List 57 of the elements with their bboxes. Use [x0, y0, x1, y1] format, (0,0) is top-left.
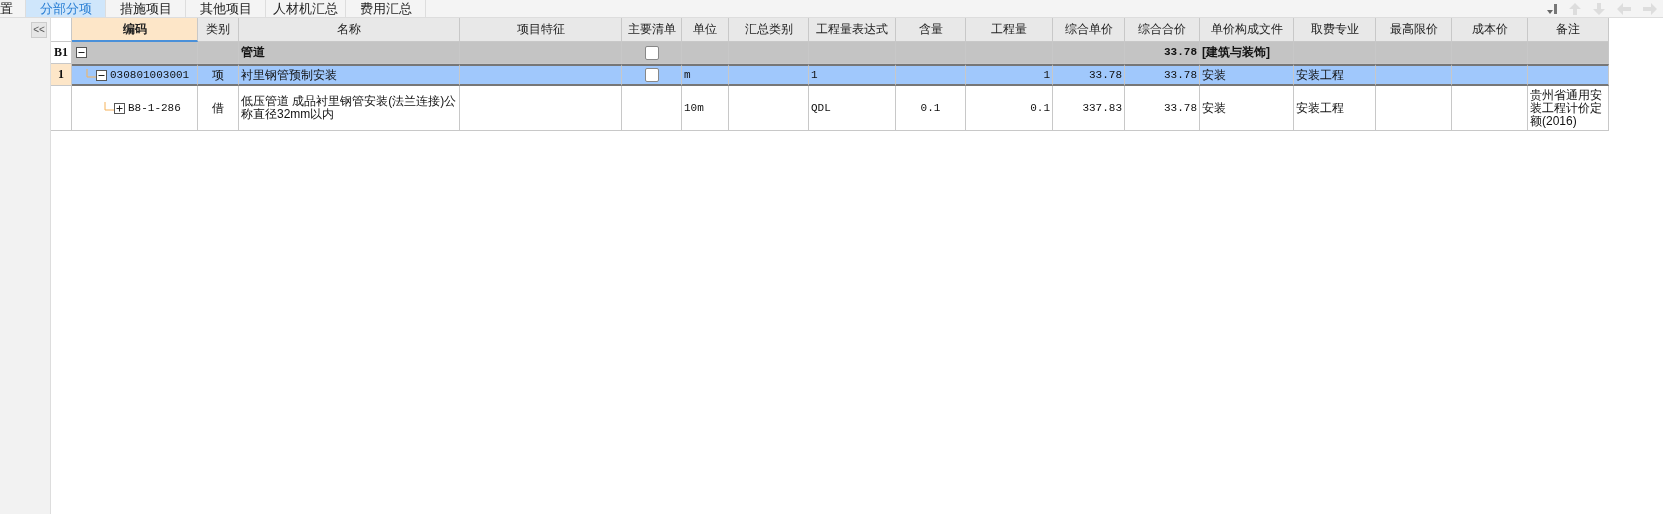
table-cell: 1 — [1043, 68, 1050, 82]
column-header[interactable]: 最高限价 — [1376, 18, 1452, 42]
collapse-icon[interactable] — [76, 47, 87, 58]
code-text: 030801003001 — [110, 69, 190, 81]
row-number: 1 — [58, 67, 64, 82]
table-cell: 337.83 — [1082, 101, 1122, 115]
collapse-icon[interactable] — [96, 69, 107, 81]
table-cell: 33.78 — [1089, 68, 1122, 82]
table-cell: QDL — [811, 101, 831, 115]
sort-icon[interactable] — [1546, 1, 1558, 16]
column-header[interactable]: 名称 — [239, 18, 460, 42]
row-number: B1 — [54, 45, 68, 60]
column-header[interactable]: 取费专业 — [1294, 18, 1376, 42]
table-cell: 安装工程 — [1296, 68, 1344, 82]
table-cell: 安装 — [1202, 68, 1226, 82]
column-header[interactable]: 类别 — [198, 18, 239, 42]
column-header[interactable]: 综合合价 — [1125, 18, 1200, 42]
table-cell: [建筑与装饰] — [1202, 46, 1270, 59]
column-header[interactable]: 工程量 — [966, 18, 1053, 42]
column-header[interactable]: 综合单价 — [1053, 18, 1125, 42]
checkbox[interactable] — [644, 68, 659, 82]
table-cell-text: 贵州省通用安装工程计价定额(2016) — [1530, 88, 1603, 128]
column-header[interactable]: 含量 — [896, 18, 966, 42]
column-header[interactable]: 备注 — [1528, 18, 1609, 42]
tree-line — [104, 102, 114, 114]
table-cell: 项 — [212, 68, 224, 82]
table-row[interactable]: B8-1-286 借 低压管道 成品衬里钢管安装(法兰连接)公称直径32mm以内 10m QDL 0.1 0.1 337.83 33.78 安装 安装工程 贵州省通用安装工程计价定额(2016) — [51, 86, 1609, 131]
column-header[interactable]: 工程量表达式 — [809, 18, 896, 42]
table-cell: 33.78 — [1164, 46, 1197, 59]
table-row[interactable]: B1 管道 33.78 [建筑与装饰] — [51, 42, 1609, 64]
table-cell: 借 — [212, 101, 224, 115]
tab[interactable]: 置 — [0, 0, 26, 17]
table-row[interactable]: 1 030801003001 项 衬里钢管预制安装 m 1 1 33.78 33.78 安装 安装工程 — [51, 64, 1609, 86]
expand-icon[interactable] — [114, 102, 125, 114]
table-cell: 安装工程 — [1296, 101, 1344, 115]
column-header[interactable]: 成本价 — [1452, 18, 1528, 42]
table-cell: 低压管道 成品衬里钢管安装(法兰连接)公称直径32mm以内 — [241, 95, 457, 121]
table-cell: 33.78 — [1164, 101, 1197, 115]
table-cell: m — [684, 68, 691, 82]
table-cell: 安装 — [1202, 101, 1226, 115]
table-cell: 0.1 — [1030, 101, 1050, 115]
table-cell: 10m — [684, 101, 704, 115]
column-header[interactable]: 项目特征 — [460, 18, 622, 42]
table-cell: 衬里钢管预制安装 — [241, 68, 337, 82]
column-header[interactable]: 单价构成文件 — [1200, 18, 1294, 42]
table-cell: 0.1 — [920, 101, 941, 115]
tree-line — [86, 69, 96, 81]
code-text: B8-1-286 — [128, 102, 181, 114]
column-header[interactable]: 编码 — [72, 18, 198, 42]
table-cell: 管道 — [241, 46, 265, 59]
table-cell: 1 — [811, 68, 818, 82]
column-header[interactable]: 汇总类别 — [729, 18, 809, 42]
collapse-button[interactable]: << — [31, 22, 47, 38]
column-header[interactable]: 单位 — [682, 18, 729, 42]
checkbox[interactable] — [644, 45, 659, 60]
table-cell: 33.78 — [1164, 68, 1197, 82]
column-header[interactable]: 主要清单 — [622, 18, 682, 42]
